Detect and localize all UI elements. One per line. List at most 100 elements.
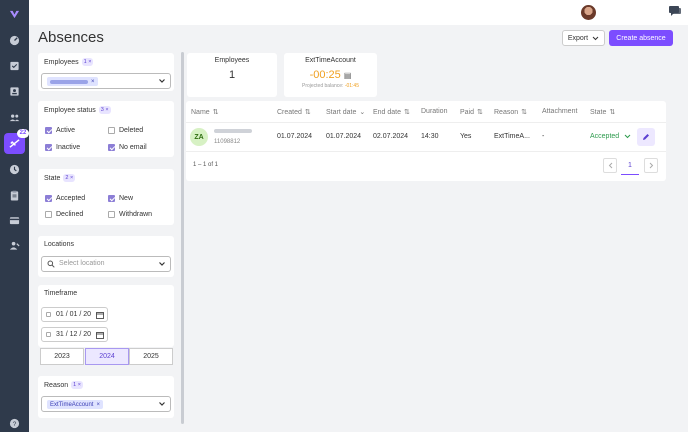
chat-icon[interactable]: [669, 6, 681, 16]
status-deleted-checkbox[interactable]: Deleted: [108, 127, 143, 134]
state-accepted-checkbox[interactable]: Accepted: [45, 195, 85, 202]
sort-icon[interactable]: ⇅: [609, 108, 615, 116]
employees-select[interactable]: ×: [41, 73, 171, 89]
sort-icon[interactable]: ⇅: [305, 108, 311, 116]
absences-badge: 22: [17, 129, 29, 138]
chip-remove-icon[interactable]: ×: [96, 402, 100, 408]
export-label: Export: [567, 34, 589, 42]
reason-count-value: 1: [73, 382, 77, 388]
checkbox-label: Inactive: [56, 144, 81, 151]
dashboard-icon[interactable]: [8, 34, 21, 47]
checkbox-checked: [108, 195, 115, 202]
previous-page-button[interactable]: [603, 158, 617, 173]
redacted-employee-name: [214, 129, 252, 133]
chevron-down-icon: [592, 36, 599, 40]
checkbox-label: Active: [56, 127, 76, 134]
status-no-email-checkbox[interactable]: No email: [108, 144, 147, 151]
create-absence-button[interactable]: Create absence: [609, 30, 673, 46]
year-2023-button[interactable]: 2023: [40, 348, 84, 365]
checkbox-label: Declined: [56, 211, 84, 218]
state-filter-title: State: [44, 174, 61, 182]
checkbox-checked: [108, 144, 115, 151]
calendar-icon[interactable]: [96, 331, 104, 339]
location-select[interactable]: Select location: [41, 256, 171, 272]
location-placeholder: Select location: [59, 260, 105, 267]
projected-label: Projected balance:: [302, 83, 344, 89]
year-2024-button[interactable]: 2024: [85, 348, 129, 365]
reason-select[interactable]: ExtTimeAccount ×: [41, 396, 171, 412]
chip-remove-icon[interactable]: ×: [91, 79, 95, 85]
employee-avatar: ZA: [190, 128, 208, 146]
cell-start-date: 01.07.2024: [326, 133, 362, 140]
payment-card-icon[interactable]: [8, 214, 21, 227]
time-account-value-row: -00:25 ▤: [284, 69, 377, 81]
column-header-created[interactable]: Created ⇅: [277, 108, 311, 117]
column-header-end-date[interactable]: End date ⇅: [373, 108, 410, 117]
employees-count-value: 1: [83, 59, 87, 65]
chevron-right-icon: [649, 162, 653, 169]
user-avatar[interactable]: [581, 5, 596, 20]
status-count-value: 3: [100, 107, 104, 113]
status-active-checkbox[interactable]: Active: [45, 127, 75, 134]
employees-card-title: Employees: [214, 57, 250, 64]
projected-balance: Projected balance: -01:45: [284, 83, 377, 89]
status-inactive-checkbox[interactable]: Inactive: [45, 144, 80, 151]
user-settings-icon[interactable]: [8, 239, 21, 252]
column-header-start-date[interactable]: Start date ⌄: [326, 108, 365, 117]
reason-filter-count[interactable]: 1 ×: [71, 381, 83, 389]
header-label: Paid: [460, 108, 475, 116]
employees-filter-count[interactable]: 1 ×: [81, 58, 94, 66]
edit-button[interactable]: [637, 128, 655, 146]
people-icon[interactable]: [8, 111, 21, 124]
date-toggle-icon[interactable]: [46, 312, 51, 317]
header-label: Name: [191, 108, 210, 116]
clock-icon[interactable]: [8, 163, 21, 176]
logo-icon[interactable]: [8, 8, 21, 21]
search-icon: [47, 260, 55, 268]
sort-icon[interactable]: ⇅: [477, 108, 483, 116]
employees-card-value: 1: [228, 69, 236, 81]
column-header-reason[interactable]: Reason ⇅: [494, 108, 527, 117]
calculator-icon[interactable]: ▤: [344, 71, 352, 80]
sort-icon[interactable]: ⇅: [213, 108, 219, 116]
reason-chip[interactable]: ExtTimeAccount ×: [47, 400, 103, 409]
state-withdrawn-checkbox[interactable]: Withdrawn: [108, 211, 152, 218]
filter-scrollbar[interactable]: [181, 52, 184, 424]
timeframe-to-date[interactable]: 31 / 12 / 20: [41, 327, 108, 342]
sort-icon[interactable]: ⇅: [521, 108, 527, 116]
svg-text:?: ?: [13, 421, 17, 428]
calendar-check-icon[interactable]: [8, 59, 21, 72]
calendar-icon[interactable]: [96, 311, 104, 319]
header-label: Reason: [494, 108, 519, 116]
state-new-checkbox[interactable]: New: [108, 195, 133, 202]
timeframe-from-date[interactable]: 01 / 01 / 20: [41, 307, 108, 322]
state-filter-count[interactable]: 2 ×: [63, 174, 76, 182]
chevron-down-icon: [159, 79, 165, 83]
state-declined-checkbox[interactable]: Declined: [45, 211, 83, 218]
state-count-value: 2: [65, 175, 69, 181]
sort-icon[interactable]: ⇅: [404, 108, 410, 116]
status-filter-label: Employee status 3 ×: [44, 106, 111, 114]
year-2025-button[interactable]: 2025: [129, 348, 173, 365]
checkbox-checked: [45, 127, 52, 134]
checkbox-label: New: [119, 195, 134, 202]
export-button[interactable]: Export: [562, 30, 605, 46]
employee-id: 11098812: [214, 139, 241, 145]
column-header-state[interactable]: State ⇅: [590, 108, 615, 117]
redacted-name: [50, 79, 88, 84]
reason-filter-title: Reason: [44, 381, 69, 389]
date-toggle-icon[interactable]: [46, 332, 51, 337]
help-icon[interactable]: ?: [8, 417, 21, 430]
reason-filter: Reason 1 × ExtTimeAccount ×: [38, 376, 174, 418]
column-header-paid[interactable]: Paid ⇅: [460, 108, 483, 117]
employee-chip[interactable]: ×: [47, 77, 98, 86]
current-page[interactable]: 1: [621, 159, 639, 175]
state-dropdown[interactable]: Accepted: [590, 133, 631, 140]
contact-card-icon[interactable]: [8, 85, 21, 98]
status-filter-count[interactable]: 3 ×: [98, 106, 111, 114]
column-header-name[interactable]: Name ⇅: [191, 108, 219, 117]
checkbox-label: Accepted: [56, 195, 86, 202]
clipboard-icon[interactable]: [8, 189, 21, 202]
next-page-button[interactable]: [644, 158, 658, 173]
chevron-down-icon[interactable]: ⌄: [359, 108, 365, 116]
